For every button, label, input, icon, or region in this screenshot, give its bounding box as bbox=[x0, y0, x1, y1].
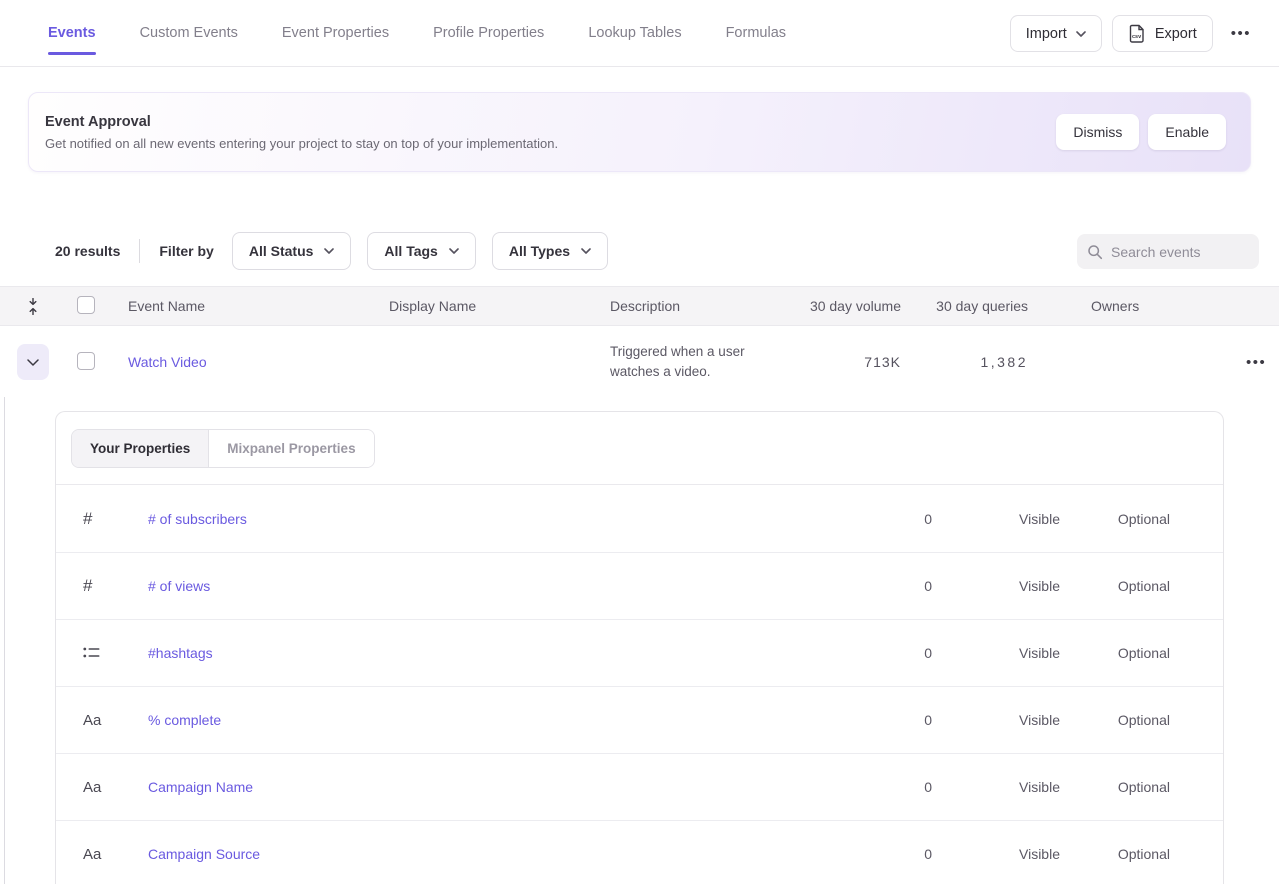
event-name-link[interactable]: Watch Video bbox=[128, 354, 207, 370]
property-name-link[interactable]: Campaign Source bbox=[148, 846, 260, 862]
property-name-link[interactable]: #hashtags bbox=[148, 645, 213, 661]
enable-button[interactable]: Enable bbox=[1148, 114, 1226, 150]
tab-event-properties[interactable]: Event Properties bbox=[282, 0, 389, 66]
chevron-down-icon bbox=[27, 359, 39, 366]
property-row: Aa Campaign Source 0 Visible Optional bbox=[56, 820, 1223, 884]
event-approval-banner: Event Approval Get notified on all new e… bbox=[28, 92, 1251, 172]
property-visibility: Visible bbox=[932, 712, 1060, 728]
types-filter-label: All Types bbox=[509, 243, 570, 259]
import-button[interactable]: Import bbox=[1010, 15, 1102, 52]
property-requirement: Optional bbox=[1060, 645, 1170, 661]
queries-cell: 1,382 bbox=[901, 354, 1028, 370]
row-checkbox[interactable] bbox=[77, 352, 95, 370]
property-name-link[interactable]: # of subscribers bbox=[148, 511, 247, 527]
property-count: 0 bbox=[872, 645, 932, 661]
expanded-row-indicator-line bbox=[4, 397, 5, 884]
banner-title: Event Approval bbox=[45, 114, 558, 130]
text-type-icon: Aa bbox=[83, 846, 101, 863]
tab-mixpanel-properties[interactable]: Mixpanel Properties bbox=[209, 430, 373, 467]
property-visibility: Visible bbox=[932, 578, 1060, 594]
volume-cell: 713K bbox=[801, 354, 901, 370]
dismiss-button[interactable]: Dismiss bbox=[1056, 114, 1139, 150]
column-event-name: Event Name bbox=[128, 298, 389, 314]
property-requirement: Optional bbox=[1060, 846, 1170, 862]
tab-lookup-tables[interactable]: Lookup Tables bbox=[588, 0, 681, 66]
types-filter-dropdown[interactable]: All Types bbox=[492, 232, 608, 270]
events-table-header: Event Name Display Name Description 30 d… bbox=[0, 286, 1279, 326]
chevron-down-icon bbox=[1076, 31, 1086, 37]
search-icon bbox=[1087, 244, 1103, 260]
property-row: # # of views 0 Visible Optional bbox=[56, 552, 1223, 619]
tags-filter-label: All Tags bbox=[384, 243, 437, 259]
property-requirement: Optional bbox=[1060, 578, 1170, 594]
nav-tabs: Events Custom Events Event Properties Pr… bbox=[48, 0, 786, 66]
chevron-down-icon bbox=[581, 248, 591, 254]
property-count: 0 bbox=[872, 578, 932, 594]
chevron-down-icon bbox=[449, 248, 459, 254]
results-count: 20 results bbox=[55, 243, 120, 259]
tab-events[interactable]: Events bbox=[48, 0, 96, 66]
property-row: #hashtags 0 Visible Optional bbox=[56, 619, 1223, 686]
property-row: Aa Campaign Name 0 Visible Optional bbox=[56, 753, 1223, 820]
property-count: 0 bbox=[872, 511, 932, 527]
text-type-icon: Aa bbox=[83, 712, 101, 729]
column-30-day-queries: 30 day queries bbox=[901, 298, 1028, 314]
property-name-link[interactable]: Campaign Name bbox=[148, 779, 253, 795]
property-visibility: Visible bbox=[932, 511, 1060, 527]
tab-custom-events[interactable]: Custom Events bbox=[140, 0, 238, 66]
top-navigation: Events Custom Events Event Properties Pr… bbox=[0, 0, 1279, 67]
csv-file-icon: csv bbox=[1128, 24, 1146, 43]
export-button-label: Export bbox=[1155, 26, 1197, 42]
property-name-link[interactable]: # of views bbox=[148, 578, 210, 594]
number-type-icon: # bbox=[83, 509, 92, 529]
number-type-icon: # bbox=[83, 576, 92, 596]
column-owners: Owners bbox=[1028, 298, 1178, 314]
tab-formulas[interactable]: Formulas bbox=[726, 0, 786, 66]
tab-profile-properties[interactable]: Profile Properties bbox=[433, 0, 544, 66]
tab-your-properties[interactable]: Your Properties bbox=[72, 430, 209, 467]
search-events-box bbox=[1077, 234, 1259, 269]
property-count: 0 bbox=[872, 712, 932, 728]
status-filter-dropdown[interactable]: All Status bbox=[232, 232, 352, 270]
property-count: 0 bbox=[872, 779, 932, 795]
divider bbox=[139, 239, 140, 263]
more-options-icon[interactable]: ••• bbox=[1223, 19, 1259, 48]
event-properties-panel: Your Properties Mixpanel Properties # # … bbox=[55, 411, 1224, 884]
property-requirement: Optional bbox=[1060, 779, 1170, 795]
description-cell: Triggered when a user watches a video. bbox=[610, 342, 782, 382]
column-display-name: Display Name bbox=[389, 298, 610, 314]
property-visibility: Visible bbox=[932, 779, 1060, 795]
table-row-watch-video: Watch Video Triggered when a user watche… bbox=[0, 326, 1279, 398]
import-button-label: Import bbox=[1026, 26, 1067, 42]
list-type-icon bbox=[83, 646, 100, 660]
column-30-day-volume: 30 day volume bbox=[801, 298, 901, 314]
collapse-row-button[interactable] bbox=[17, 344, 49, 380]
text-type-icon: Aa bbox=[83, 779, 101, 796]
properties-tab-bar: Your Properties Mixpanel Properties bbox=[56, 412, 1223, 485]
property-name-link[interactable]: % complete bbox=[148, 712, 221, 728]
svg-text:csv: csv bbox=[1132, 34, 1142, 40]
chevron-down-icon bbox=[324, 248, 334, 254]
export-button[interactable]: csv Export bbox=[1112, 15, 1213, 52]
column-description: Description bbox=[610, 298, 801, 314]
select-all-checkbox[interactable] bbox=[77, 296, 95, 314]
property-requirement: Optional bbox=[1060, 712, 1170, 728]
banner-description: Get notified on all new events entering … bbox=[45, 136, 558, 151]
row-more-options-icon[interactable]: ••• bbox=[1238, 348, 1274, 377]
property-row: Aa % complete 0 Visible Optional bbox=[56, 686, 1223, 753]
property-row: # # of subscribers 0 Visible Optional bbox=[56, 485, 1223, 552]
search-input[interactable] bbox=[1111, 244, 1241, 260]
property-requirement: Optional bbox=[1060, 511, 1170, 527]
status-filter-label: All Status bbox=[249, 243, 314, 259]
property-count: 0 bbox=[872, 846, 932, 862]
filter-bar: 20 results Filter by All Status All Tags… bbox=[0, 232, 1279, 270]
property-visibility: Visible bbox=[932, 846, 1060, 862]
property-visibility: Visible bbox=[932, 645, 1060, 661]
tags-filter-dropdown[interactable]: All Tags bbox=[367, 232, 475, 270]
collapse-all-icon[interactable] bbox=[27, 298, 39, 315]
filter-by-label: Filter by bbox=[159, 243, 213, 259]
